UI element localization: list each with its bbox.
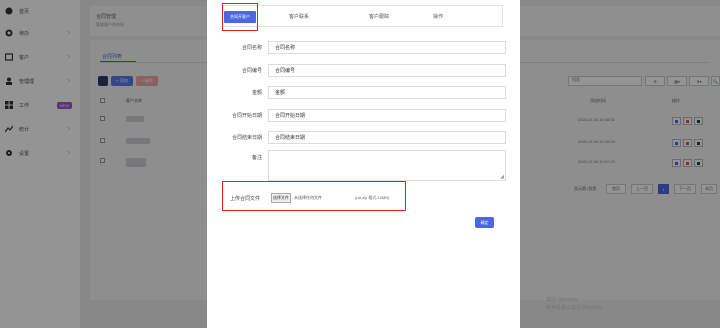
remark-textarea[interactable]: ◢ <box>268 150 506 181</box>
tab-operation[interactable]: 操作 <box>433 13 443 20</box>
submit-button[interactable]: 确定 <box>475 217 494 228</box>
tab-customer-tracking[interactable]: 客户跟踪 <box>369 13 389 20</box>
field-label: 合同开始日期 <box>231 113 262 119</box>
field-label: 合同结束日期 <box>231 135 262 141</box>
add-contract-modal: 合同开客户 客户联系 客户跟踪 操作 合同名称 合同名称 合同编号 合同编号 金… <box>207 0 520 328</box>
field-label: 备注 <box>251 155 262 161</box>
tab-customer-contact[interactable]: 客户联系 <box>289 13 309 20</box>
field-label: 合同名称 <box>241 45 262 51</box>
highlight-box <box>222 3 258 31</box>
amount-field[interactable]: 金额 <box>268 86 506 99</box>
contract-name-field[interactable]: 合同名称 <box>268 41 506 54</box>
field-label: 合同编号 <box>241 68 262 74</box>
modal-tabs: 合同开客户 客户联系 客户跟踪 操作 <box>222 5 503 27</box>
highlight-box <box>222 181 406 211</box>
end-date-field[interactable]: 合同结束日期 <box>268 131 506 144</box>
field-label: 金额 <box>251 90 262 96</box>
contract-number-field[interactable]: 合同编号 <box>268 64 506 77</box>
start-date-field[interactable]: 合同开始日期 <box>268 109 506 122</box>
resize-handle-icon[interactable]: ◢ <box>500 174 504 180</box>
